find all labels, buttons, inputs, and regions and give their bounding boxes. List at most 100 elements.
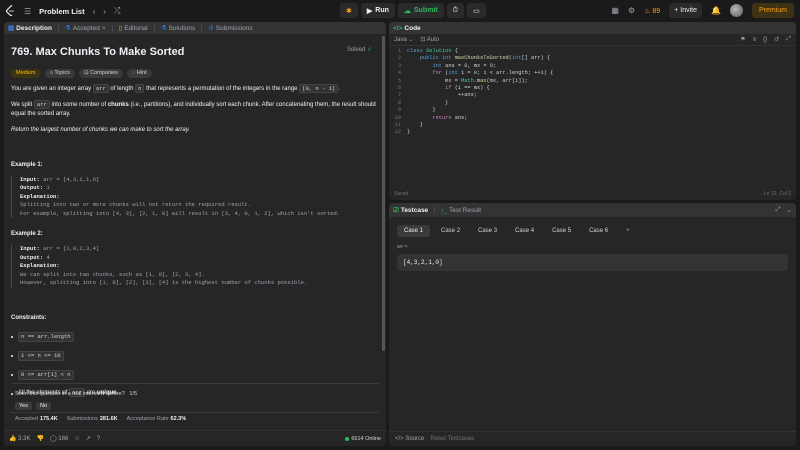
topics-button[interactable]: ⌂ Topics: [44, 68, 76, 78]
tab-test-result[interactable]: ›_ Test Result: [441, 207, 481, 214]
divider: [11, 412, 379, 413]
next-problem-icon[interactable]: ›: [103, 7, 106, 16]
add-case-icon[interactable]: +: [619, 225, 637, 237]
run-button[interactable]: ▶ Run: [360, 3, 395, 18]
constraints-list: n == arr.length 1 <= n <= 10 0 <= arr[i]…: [11, 331, 379, 399]
shuffle-icon[interactable]: ⤮: [114, 6, 120, 16]
comments-button[interactable]: ◯ 166: [50, 435, 68, 442]
code-text: int ans = 0, mx = 0;: [432, 62, 497, 69]
collapse-icon[interactable]: ⌄: [787, 206, 792, 214]
bookmark-icon[interactable]: ⚑: [740, 36, 745, 43]
case-tab[interactable]: Case 3: [471, 225, 504, 237]
case-tab[interactable]: Case 5: [545, 225, 578, 237]
timer-button[interactable]: ⏱: [446, 3, 465, 18]
inline-code: 0 <= arr[i] < n: [18, 370, 74, 381]
language-select[interactable]: Java ⌄: [394, 36, 413, 43]
description-tabs: ▤ Description ⚗ Accepted × ▯ Editorial ⚗ Solu…: [4, 22, 386, 34]
paragraph-1: You are given an integer array arr of le…: [11, 83, 379, 94]
help-icon[interactable]: ?: [97, 436, 100, 442]
tab-separator: [57, 24, 59, 32]
explanation-label: Explanation:: [20, 262, 60, 270]
note-icon: ▭: [473, 7, 480, 15]
code-text: if (i == mx) {: [445, 84, 490, 91]
online-count: 6614 Online: [345, 436, 381, 442]
auto-toggle[interactable]: ⊡ Auto: [420, 36, 439, 43]
input-label: Input:: [20, 175, 40, 183]
premium-button[interactable]: Premium: [751, 3, 794, 18]
expand-icon[interactable]: ⤢: [786, 36, 791, 43]
inline-code: arr: [33, 99, 50, 109]
prev-problem-icon[interactable]: ‹: [93, 7, 96, 16]
code-editor[interactable]: 1 class Solution { 2 public int maxChunks…: [389, 46, 796, 137]
maximize-icon[interactable]: ⤢: [775, 206, 780, 214]
testcase-input[interactable]: [4,3,2,1,0]: [397, 254, 788, 271]
streak-counter[interactable]: ♨ 89: [644, 7, 660, 15]
leetcode-logo-icon[interactable]: [6, 5, 16, 17]
code-text: for (int i = 0; i < arr.length; ++i) {: [432, 70, 554, 77]
source-button[interactable]: </> Source: [395, 436, 424, 442]
list-icon[interactable]: ☰: [24, 7, 31, 16]
dislike-button[interactable]: 👎: [37, 435, 44, 442]
hint-button[interactable]: ◌ Hint: [126, 68, 152, 78]
case-tab[interactable]: Case 2: [434, 225, 467, 237]
tab-code[interactable]: </> Code: [393, 25, 421, 32]
no-button[interactable]: No: [35, 402, 52, 410]
close-icon[interactable]: ×: [102, 25, 106, 32]
paragraph-2: We split arr into some number of chunks …: [11, 99, 379, 119]
tab-label: Editorial: [124, 24, 148, 32]
debug-button[interactable]: ✱: [340, 3, 358, 18]
format-icon[interactable]: ≡: [753, 37, 757, 43]
stat-label: Accepted: [15, 416, 38, 422]
tab-label: Solutions: [168, 24, 196, 32]
layout-icon[interactable]: ▦: [611, 6, 619, 15]
code-line: 1 class Solution {: [389, 48, 796, 55]
paragraph-3: Return the largest number of chunks we c…: [11, 126, 379, 135]
solved-label: Solved: [346, 47, 366, 53]
explanation-text: Splitting into two or more chunks will n…: [20, 201, 252, 209]
tab-label: Submissions: [215, 24, 253, 32]
braces-icon[interactable]: {}: [763, 37, 767, 43]
testcase-header: ☑ Testcase ›_ Test Result ⤢ ⌄: [389, 203, 796, 217]
problem-list-link[interactable]: Problem List: [39, 7, 84, 16]
text: into some number of: [49, 101, 108, 108]
example-1-title: Example 1:: [11, 161, 43, 168]
line-number: 1: [397, 48, 401, 54]
reset-testcases-button[interactable]: Reset Testcases: [430, 436, 474, 442]
favorite-icon[interactable]: ☆: [74, 435, 79, 442]
line-number: 3: [397, 62, 401, 69]
code-toolbar: Java ⌄ ⊡ Auto ⚑ ≡ {} ↺ ⤢: [389, 34, 796, 46]
like-button[interactable]: 👍 3.3K: [9, 435, 31, 442]
notes-button[interactable]: ▭: [467, 3, 486, 18]
case-tab[interactable]: Case 1: [397, 225, 431, 237]
settings-icon[interactable]: ⚙: [628, 6, 635, 15]
hint-label: Hint: [136, 69, 147, 76]
tab-accepted[interactable]: ⚗ Accepted ×: [65, 24, 106, 33]
code-line: 5 mx = Math.max(mx, arr[i]);: [389, 78, 796, 85]
case-tab[interactable]: Case 6: [582, 225, 615, 237]
code-line: 12}: [389, 129, 796, 136]
share-icon[interactable]: ↗: [86, 435, 91, 442]
yes-button[interactable]: Yes: [15, 402, 32, 410]
code-text: return ans;: [432, 114, 468, 121]
output-label: Output:: [20, 253, 44, 261]
tab-submissions[interactable]: ↺ Submissions: [208, 24, 253, 33]
tab-testcase[interactable]: ☑ Testcase: [393, 206, 428, 215]
case-tab[interactable]: Case 4: [508, 225, 541, 237]
line-number: 7: [397, 92, 401, 99]
avatar[interactable]: [729, 4, 743, 17]
list-item: 0 <= arr[i] < n: [11, 370, 379, 381]
tab-editorial[interactable]: ▯ Editorial: [119, 24, 148, 33]
notifications-icon[interactable]: 🔔: [711, 6, 721, 15]
submit-button[interactable]: ☁ Submit: [397, 3, 444, 18]
tab-solutions[interactable]: ⚗ Solutions: [161, 24, 196, 33]
line-number: 10: [394, 114, 401, 121]
scrollbar[interactable]: [382, 36, 385, 351]
testcase-value: [4,3,2,1,0]: [403, 259, 443, 266]
reset-icon[interactable]: ↺: [774, 36, 779, 43]
invite-button[interactable]: + Invite: [669, 3, 703, 18]
check-circle-icon: ✓: [366, 47, 372, 53]
tab-description[interactable]: ▤ Description: [8, 24, 52, 33]
divider: [11, 383, 379, 384]
companies-button[interactable]: ⊡ Companies: [79, 68, 123, 78]
code-line: 8 }: [389, 100, 796, 107]
